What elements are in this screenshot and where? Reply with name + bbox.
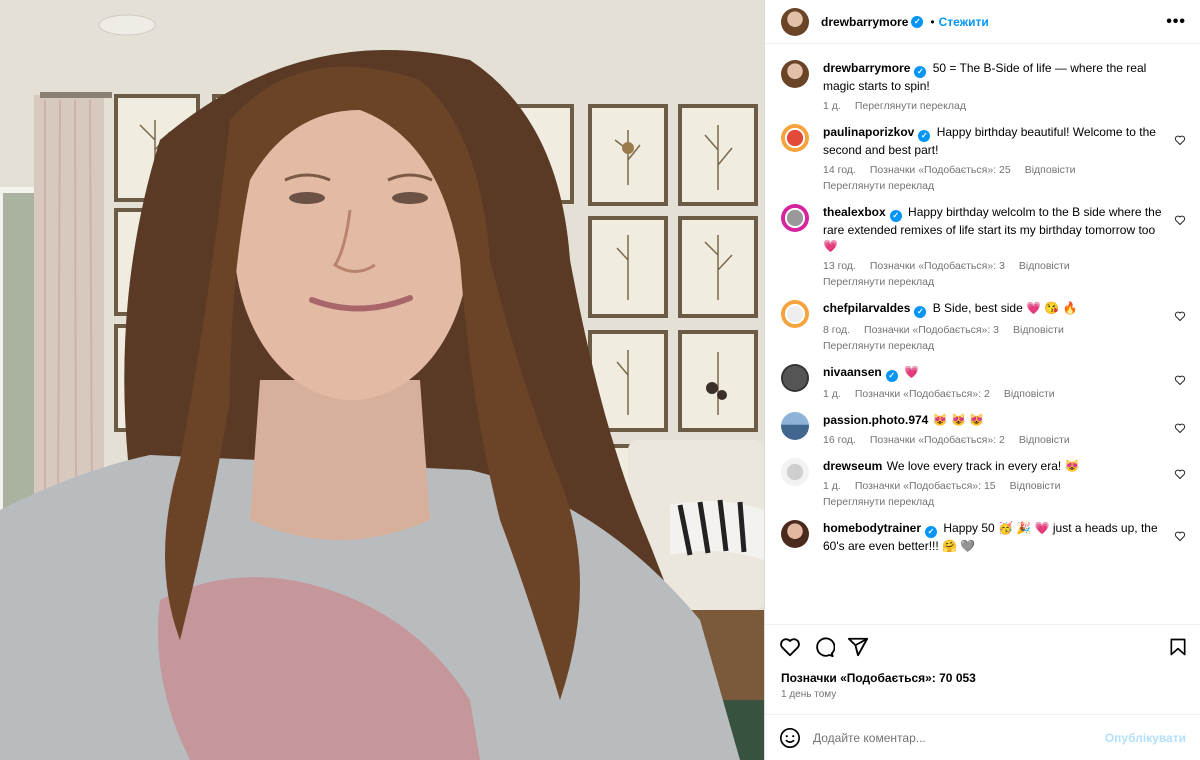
comment-time: 16 год. [823, 434, 856, 446]
comment-username[interactable]: homebodytrainer [823, 521, 921, 535]
add-comment-bar: Опублікувати [765, 714, 1200, 760]
action-bar [765, 624, 1200, 668]
share-icon[interactable] [847, 636, 869, 658]
translate-link[interactable]: Переглянути переклад [823, 496, 1164, 508]
comment-likes-count[interactable]: Позначки «Подобається»: 3 [864, 324, 999, 336]
comment-text: B Side, best side 💗 😘 🔥 [932, 301, 1078, 315]
comments-list[interactable]: drewbarrymore ✓ 50 = The B-Side of life —… [765, 44, 1200, 624]
comment-time: 8 год. [823, 324, 851, 336]
heart-icon[interactable] [1174, 374, 1186, 386]
comment-text: We love every track in every era! 😻 [886, 459, 1080, 473]
heart-icon[interactable] [1174, 422, 1186, 434]
comment-username[interactable]: nivaansen [823, 365, 882, 379]
comment-item: chefpilarvaldes ✓ B Side, best side 💗 😘 🔥… [781, 300, 1186, 352]
commenter-avatar[interactable] [781, 124, 809, 152]
verified-icon: ✓ [918, 130, 931, 142]
post-viewer: drewbarrymore ✓ • Стежити ••• drewbarrym… [0, 0, 1200, 760]
comment-item: nivaansen ✓ 💗 1 д. Позначки «Подобається»… [781, 364, 1186, 400]
comment-time: 14 год. [823, 164, 856, 176]
reply-button[interactable]: Відповісти [1013, 324, 1064, 336]
likes-count[interactable]: Позначки «Подобається»: 70 053 [765, 668, 1200, 688]
verified-icon: ✓ [925, 526, 938, 538]
comment-time: 1 д. [823, 388, 841, 400]
caption-meta: 1 д. Переглянути переклад [823, 100, 1164, 112]
caption-text-line: drewbarrymore ✓ 50 = The B-Side of life —… [823, 60, 1164, 94]
comment-text: 💗 [904, 365, 919, 379]
comment-input[interactable] [813, 730, 1105, 745]
post-photo[interactable] [0, 0, 764, 760]
follow-button[interactable]: Стежити [939, 15, 989, 29]
comment-likes-count[interactable]: Позначки «Подобається»: 3 [870, 260, 1005, 272]
reply-button[interactable]: Відповісти [1010, 480, 1061, 492]
post-sidebar: drewbarrymore ✓ • Стежити ••• drewbarrym… [764, 0, 1200, 760]
verified-icon: ✓ [885, 370, 898, 382]
verified-icon: ✓ [914, 306, 927, 318]
comment-item: thealexbox ✓ Happy birthday welcolm to th… [781, 204, 1186, 288]
comment-time: 13 год. [823, 260, 856, 272]
post-comment-button[interactable]: Опублікувати [1105, 731, 1186, 745]
heart-icon[interactable] [1174, 530, 1186, 542]
comment-item: drewseum We love every track in every er… [781, 458, 1186, 508]
caption: drewbarrymore ✓ 50 = The B-Side of life —… [781, 60, 1186, 112]
author-avatar[interactable] [781, 7, 809, 36]
heart-icon[interactable] [1174, 214, 1186, 226]
comment-likes-count[interactable]: Позначки «Подобається»: 2 [870, 434, 1005, 446]
comment-item: paulinaporizkov ✓ Happy birthday beautifu… [781, 124, 1186, 192]
heart-icon[interactable] [779, 636, 801, 658]
comment-username[interactable]: thealexbox [823, 205, 886, 219]
comment-text: 😻 😻 😻 [932, 413, 985, 427]
comment-username[interactable]: passion.photo.974 [823, 413, 928, 427]
verified-icon: ✓ [911, 15, 924, 28]
reply-button[interactable]: Відповісти [1025, 164, 1076, 176]
bookmark-icon[interactable] [1168, 636, 1188, 658]
comment-time: 1 д. [823, 480, 841, 492]
commenter-avatar[interactable] [781, 458, 809, 486]
commenter-avatar[interactable] [781, 364, 809, 392]
translate-link[interactable]: Переглянути переклад [823, 180, 1164, 192]
heart-icon[interactable] [1174, 134, 1186, 146]
author-username[interactable]: drewbarrymore [821, 15, 908, 29]
heart-icon[interactable] [1174, 310, 1186, 322]
reply-button[interactable]: Відповісти [1004, 388, 1055, 400]
caption-username[interactable]: drewbarrymore [823, 61, 910, 75]
comment-likes-count[interactable]: Позначки «Подобається»: 15 [855, 480, 996, 492]
comment-username[interactable]: chefpilarvaldes [823, 301, 910, 315]
post-age: 1 день тому [781, 689, 837, 700]
post-header: drewbarrymore ✓ • Стежити ••• [765, 0, 1200, 44]
reply-button[interactable]: Відповісти [1019, 260, 1070, 272]
comment-item: homebodytrainer ✓ Happy 50 🥳 🎉 💗 just a h… [781, 520, 1186, 554]
comment-item: passion.photo.974 😻 😻 😻 16 год. Позначки… [781, 412, 1186, 446]
heart-icon[interactable] [1174, 468, 1186, 480]
caption-time: 1 д. [823, 100, 841, 112]
commenter-avatar[interactable] [781, 300, 809, 328]
caption-avatar[interactable] [781, 60, 809, 88]
more-icon[interactable]: ••• [1166, 13, 1186, 31]
commenter-avatar[interactable] [781, 412, 809, 440]
reply-button[interactable]: Відповісти [1019, 434, 1070, 446]
verified-icon: ✓ [889, 210, 902, 222]
separator-dot: • [930, 14, 935, 29]
commenter-avatar[interactable] [781, 520, 809, 548]
verified-icon: ✓ [914, 66, 927, 78]
commenter-avatar[interactable] [781, 204, 809, 232]
comment-likes-count[interactable]: Позначки «Подобається»: 2 [855, 388, 990, 400]
comment-username[interactable]: drewseum [823, 459, 882, 473]
comment-likes-count[interactable]: Позначки «Подобається»: 25 [870, 164, 1011, 176]
comment-icon[interactable] [813, 636, 835, 658]
selfie-image [0, 0, 764, 760]
caption-translate-link[interactable]: Переглянути переклад [855, 100, 966, 112]
translate-link[interactable]: Переглянути переклад [823, 340, 1164, 352]
emoji-icon[interactable] [779, 727, 801, 749]
comment-username[interactable]: paulinaporizkov [823, 125, 914, 139]
translate-link[interactable]: Переглянути переклад [823, 276, 1164, 288]
